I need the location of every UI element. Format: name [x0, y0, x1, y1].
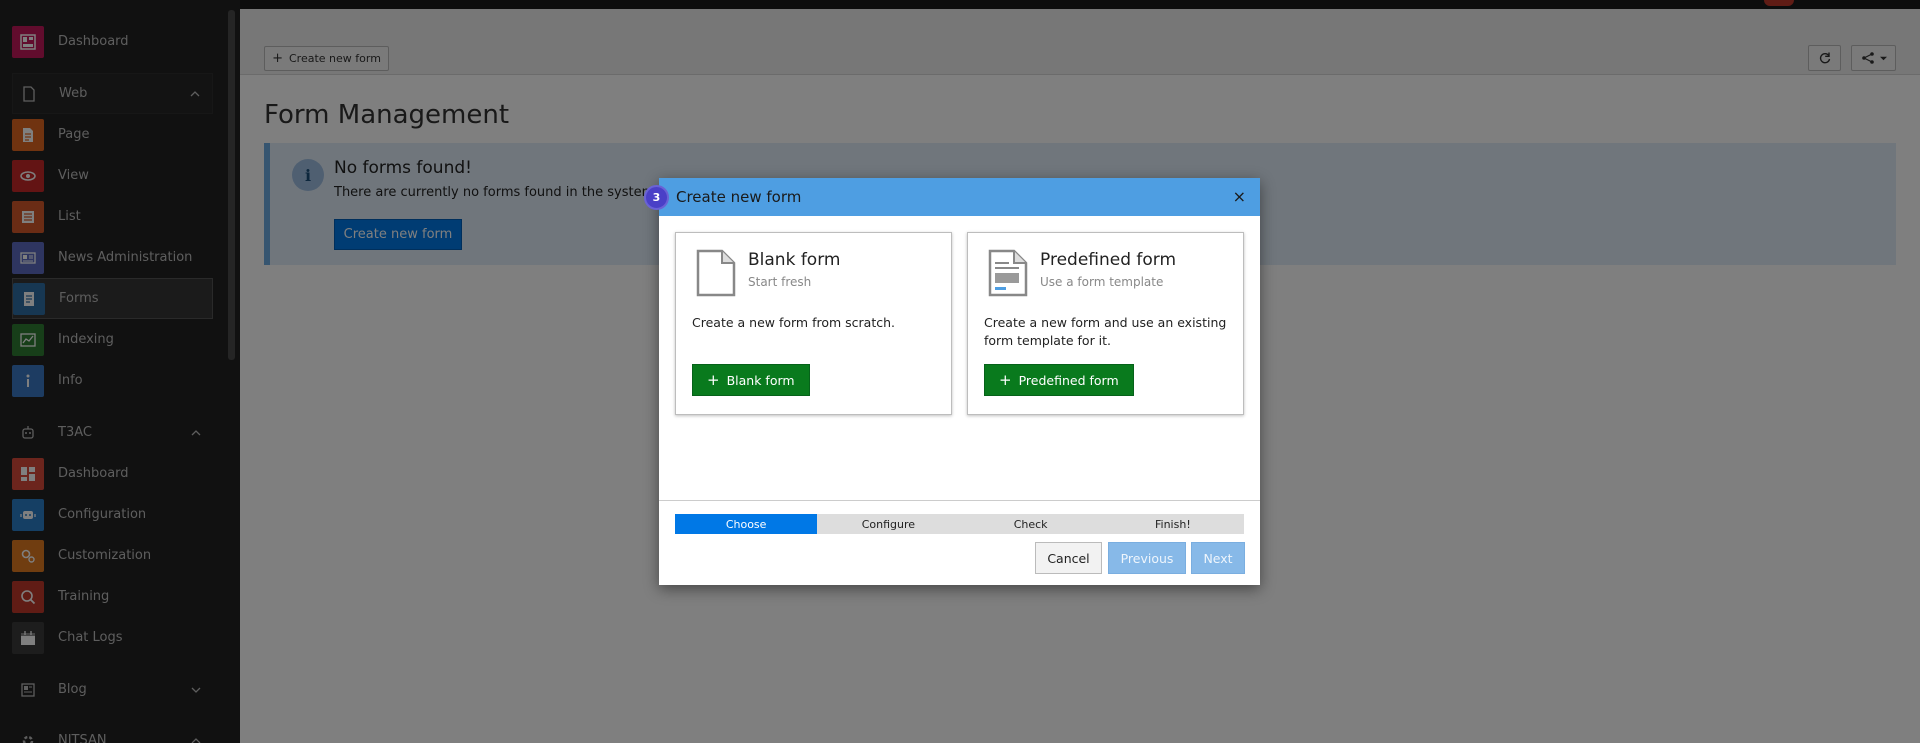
cancel-button[interactable]: Cancel	[1035, 542, 1102, 574]
blank-document-icon	[696, 249, 736, 297]
step-configure: Configure	[861, 517, 916, 531]
modal-header: 3 Create new form ×	[644, 178, 1260, 216]
step-finish: Finish!	[1155, 517, 1191, 531]
plus-icon: +	[999, 370, 1012, 389]
card-subtitle: Start fresh	[748, 275, 812, 289]
card-description: Create a new form from scratch.	[692, 315, 895, 330]
predefined-form-card[interactable]: Predefined form Use a form template Crea…	[967, 232, 1244, 415]
card-title: Blank form	[748, 250, 841, 270]
predefined-form-button[interactable]: + Predefined form	[984, 364, 1134, 396]
next-button[interactable]: Next	[1191, 542, 1245, 574]
card-title: Predefined form	[1040, 250, 1177, 270]
blank-form-card[interactable]: Blank form Start fresh Create a new form…	[675, 232, 952, 415]
previous-button[interactable]: Previous	[1108, 542, 1186, 574]
step-marker-badge: 3	[644, 185, 669, 210]
modal-footer-divider	[659, 500, 1260, 501]
step-check: Check	[1013, 517, 1048, 531]
template-document-icon	[988, 249, 1028, 297]
close-icon[interactable]: ×	[1233, 187, 1246, 206]
create-form-modal: 3 Create new form × Blank form Start fre…	[644, 178, 1260, 585]
blank-form-button[interactable]: + Blank form	[692, 364, 810, 396]
step-choose: Choose	[675, 514, 818, 534]
card-subtitle: Use a form template	[1040, 275, 1164, 289]
button-label: Predefined form	[1018, 372, 1119, 388]
card-description: Create a new form and use an existing fo…	[984, 315, 1227, 348]
button-label: Blank form	[726, 372, 795, 388]
plus-icon: +	[707, 370, 720, 389]
modal-title: Create new form	[676, 188, 802, 206]
wizard-steps: Choose Configure Check Finish!	[675, 514, 1244, 534]
